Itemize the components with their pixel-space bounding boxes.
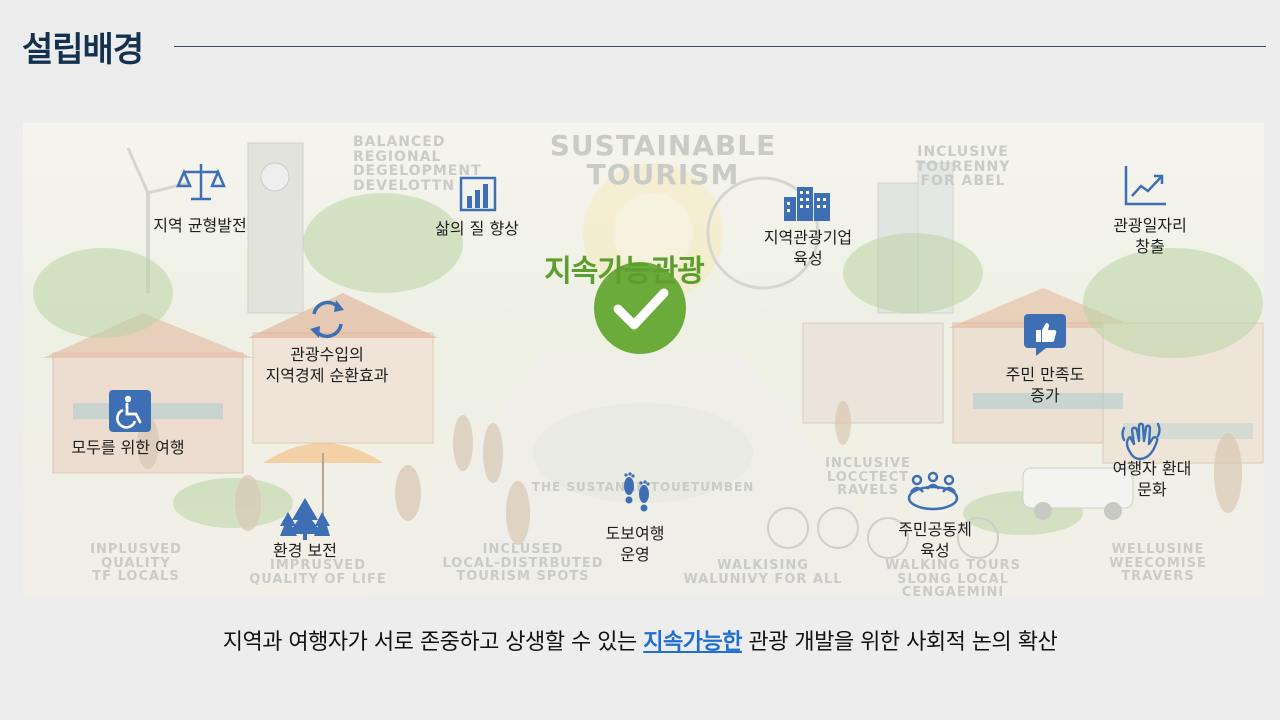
label-resident-satisfaction: 주민 만족도 증가 xyxy=(1005,365,1085,405)
sign-bottom-4: WALKISING WALUNIVY FOR ALL xyxy=(683,558,843,587)
growth-chart-icon xyxy=(1124,166,1166,206)
label-community: 주민공동체 육성 xyxy=(898,520,972,560)
page-title: 설립배경 xyxy=(22,30,144,70)
thumbs-up-icon xyxy=(1024,314,1066,356)
sign-inclusive-tourism: INCLUSIVE TOURENNY FOR ABEL xyxy=(915,144,1011,190)
caption-text-after: 관광 개발을 위한 사회적 논의 확산 xyxy=(741,630,1058,655)
label-revenue-cycle: 관광수입의 지역경제 순환효과 xyxy=(265,345,389,385)
sign-bottom-2: IMPRUSVED QUALITY OF LIFE xyxy=(249,558,387,587)
label-jobs: 관광일자리 창출 xyxy=(1113,216,1187,256)
community-icon xyxy=(907,471,959,511)
sign-sustainable-tourism: SUSTAINABLE TOURISM xyxy=(549,129,777,192)
label-welcome-culture: 여행자 환대 문화 xyxy=(1112,459,1192,499)
label-regional-balance: 지역 균형발전 xyxy=(153,216,247,235)
sign-bottom-5: WALKING TOURS SLONG LOCAL CENGAEMINI xyxy=(885,558,1021,597)
center-label: 지속가능관광 xyxy=(544,254,705,289)
wheelchair-icon xyxy=(109,390,151,432)
scales-icon xyxy=(176,164,226,201)
sign-bottom-6: WELLUSINE WEECOMISE TRAVERS xyxy=(1109,542,1207,585)
bar-chart-icon xyxy=(459,176,497,212)
waving-hand-icon xyxy=(1121,422,1161,461)
caption-text-before: 지역과 여행자가 서로 존중하고 상생할 수 있는 xyxy=(222,630,644,655)
sign-bottom-1: INPLUSVED QUALITY TF LOCALS xyxy=(90,542,182,585)
caption-highlight: 지속가능한 xyxy=(643,630,742,655)
label-environment: 환경 보전 xyxy=(273,541,337,560)
buildings-icon xyxy=(784,187,830,221)
footprints-icon xyxy=(624,472,650,512)
title-divider xyxy=(174,46,1266,47)
label-walking-tours: 도보여행 운영 xyxy=(605,524,665,564)
trees-icon xyxy=(280,498,330,540)
caption: 지역과 여행자가 서로 존중하고 상생할 수 있는 지속가능한 관광 개발을 위… xyxy=(0,624,1280,656)
cycle-arrows-icon xyxy=(310,300,344,339)
label-local-business: 지역관광기업 육성 xyxy=(763,228,853,268)
label-accessible-travel: 모두를 위한 여행 xyxy=(71,438,185,457)
label-quality-of-life: 삶의 질 향상 xyxy=(435,219,519,238)
